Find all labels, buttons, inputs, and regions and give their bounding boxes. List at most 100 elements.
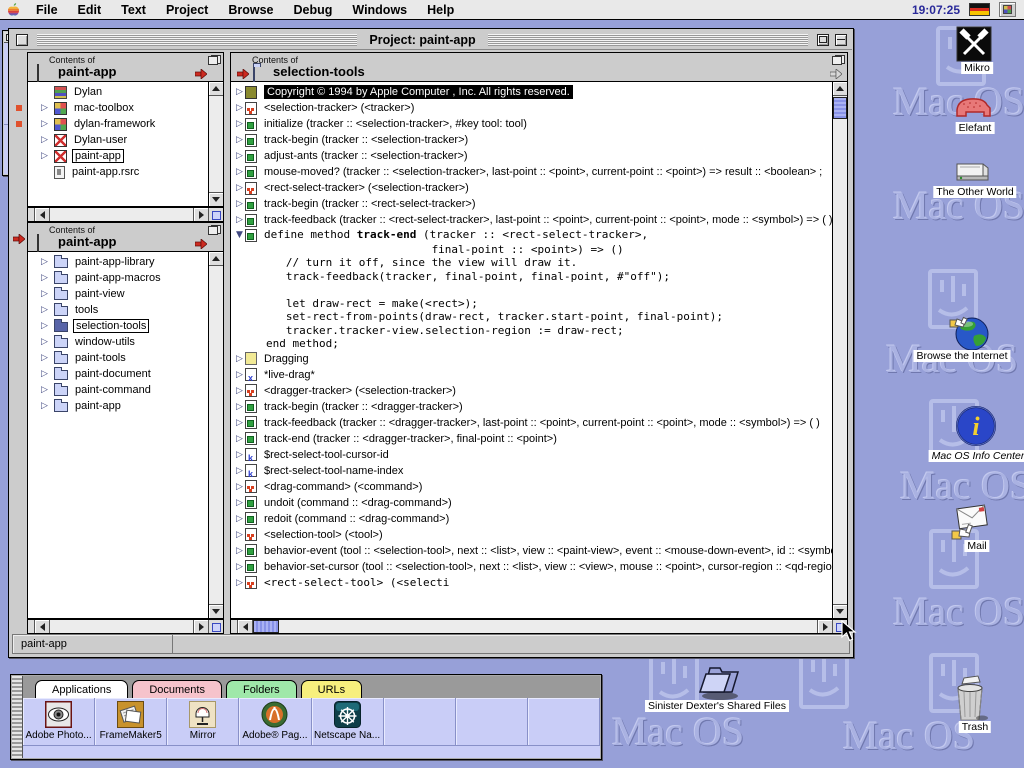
browser-item-copyright-1994-by-apple-computer-inc-all-r[interactable]: ▷Copyright © 1994 by Apple Computer , In… [231, 84, 832, 100]
vscroll-thumb[interactable] [833, 97, 847, 119]
disclosure-triangle-icon[interactable]: ▷ [231, 119, 245, 129]
disclosure-triangle-icon[interactable]: ▷ [41, 398, 54, 414]
desktop-icon-label-trash[interactable]: Trash [959, 721, 991, 733]
expanded-definition-track-end[interactable]: ▼define method track-end (tracker :: <re… [231, 228, 832, 351]
browser-item-selection-tool-tool[interactable]: ▷<selection-tool> (<tool>) [231, 527, 832, 543]
launcher-app-netscape-na[interactable]: Netscape Na... [312, 698, 384, 746]
browser-item-mouse-moved-tracker-selection-tracker-last[interactable]: ▷mouse-moved? (tracker :: <selection-tra… [231, 164, 832, 180]
disclosure-triangle-icon[interactable]: ▷ [231, 530, 245, 540]
disclosure-triangle-icon[interactable]: ▷ [231, 546, 245, 556]
browser-item-rect-select-tool-cursor-id[interactable]: ▷$rect-select-tool-cursor-id [231, 447, 832, 463]
source-item-paint-app-macros[interactable]: ▷paint-app-macros [28, 270, 208, 286]
disclosure-triangle-icon[interactable]: ▷ [231, 402, 245, 412]
scroll-down-button[interactable] [209, 604, 223, 618]
red-arrow-icon[interactable] [195, 239, 207, 249]
desktop-icon-label-info-center[interactable]: Mac OS Info Center [929, 450, 1024, 462]
menu-edit[interactable]: Edit [68, 3, 112, 17]
browser-item-rect-select-tool-name-index[interactable]: ▷$rect-select-tool-name-index [231, 463, 832, 479]
zoom-box[interactable] [817, 34, 829, 46]
source-item-window-utils[interactable]: ▷window-utils [28, 334, 208, 350]
browser-item-live-drag[interactable]: ▷*live-drag* [231, 367, 832, 383]
browser-item-behavior-set-cursor-tool-selection-tool-ne[interactable]: ▷behavior-set-cursor (tool :: <selection… [231, 559, 832, 575]
browser-vscroll[interactable] [832, 82, 847, 618]
launcher-drag-edge[interactable] [12, 676, 23, 758]
disclosure-triangle-icon[interactable]: ▷ [41, 382, 54, 398]
scroll-right-button[interactable] [817, 620, 832, 633]
browser-item-behavior-event-tool-selection-tool-next-li[interactable]: ▷behavior-event (tool :: <selection-tool… [231, 543, 832, 559]
disclosure-triangle-icon[interactable]: ▷ [41, 334, 54, 350]
disclosure-triangle-icon[interactable]: ▷ [231, 450, 245, 460]
disclosure-triangle-icon[interactable]: ▷ [41, 302, 54, 318]
hscroll-thumb[interactable] [253, 620, 279, 633]
browser-item-track-begin-tracker-selection-tracker[interactable]: ▷track-begin (tracker :: <selection-trac… [231, 132, 832, 148]
scroll-right-button[interactable] [193, 208, 208, 221]
launcher-app-framemaker5[interactable]: FrameMaker5 [95, 698, 167, 746]
library-item-paint-app-rsrc[interactable]: paint-app.rsrc [28, 164, 208, 180]
red-arrow-icon[interactable] [195, 69, 207, 79]
source-item-paint-app-library[interactable]: ▷paint-app-library [28, 254, 208, 270]
browser-item-track-begin-tracker-rect-select-tracker[interactable]: ▷track-begin (tracker :: <rect-select-tr… [231, 196, 832, 212]
disclosure-triangle-icon[interactable]: ▷ [231, 434, 245, 444]
desktop-icon-label-mail[interactable]: Mail [964, 540, 989, 552]
launcher-app-adobe-photo[interactable]: Adobe Photo... [23, 698, 95, 746]
disclosure-triangle-icon[interactable]: ▷ [231, 215, 245, 225]
scroll-left-button[interactable] [35, 620, 50, 633]
library-item-paint-app[interactable]: ▷paint-app [28, 148, 208, 164]
launcher-tab-folders[interactable]: Folders [226, 680, 297, 698]
disclosure-triangle-icon[interactable]: ▷ [231, 514, 245, 524]
desktop-icon-other-world[interactable] [953, 158, 991, 189]
keyboard-layout-flag-icon[interactable] [969, 3, 990, 16]
library-item-dylan[interactable]: Dylan [28, 84, 208, 100]
scroll-left-button[interactable] [238, 620, 253, 633]
disclosure-triangle-icon[interactable]: ▷ [41, 270, 54, 286]
sources-tree-hscroll[interactable] [27, 619, 224, 634]
library-item-mac-toolbox[interactable]: ▷mac-toolbox [28, 100, 208, 116]
pane-shade-widget[interactable] [832, 55, 845, 65]
launcher-app-mirror[interactable]: Mirror [167, 698, 239, 746]
disclosure-triangle-icon[interactable]: ▷ [41, 132, 54, 148]
disclosure-triangle-icon[interactable]: ▷ [231, 562, 245, 572]
source-item-paint-command[interactable]: ▷paint-command [28, 382, 208, 398]
apple-menu-icon[interactable] [0, 0, 26, 20]
scroll-right-button[interactable] [193, 620, 208, 633]
disclosure-triangle-icon[interactable]: ▷ [41, 116, 54, 132]
browser-item-drag-command-command[interactable]: ▷<drag-command> (<command>) [231, 479, 832, 495]
source-item-tools[interactable]: ▷tools [28, 302, 208, 318]
disclosure-triangle-icon[interactable]: ▷ [231, 466, 245, 476]
disclosure-triangle-icon[interactable]: ▷ [41, 148, 54, 164]
library-tree-hscroll[interactable] [27, 207, 224, 222]
source-item-paint-view[interactable]: ▷paint-view [28, 286, 208, 302]
red-arrow-icon[interactable] [237, 69, 249, 79]
menu-clock[interactable]: 19:07:25 [912, 3, 960, 17]
disclosure-triangle-icon[interactable]: ▷ [231, 103, 245, 113]
browser-hscroll[interactable] [230, 619, 848, 634]
menu-text[interactable]: Text [111, 3, 156, 17]
menu-windows[interactable]: Windows [342, 3, 417, 17]
windowshade-box[interactable] [835, 34, 847, 46]
pane-widget[interactable] [208, 208, 223, 221]
browser-item-track-feedback-tracker-dragger-tracker-las[interactable]: ▷track-feedback (tracker :: <dragger-tra… [231, 415, 832, 431]
disclosure-triangle-icon[interactable]: ▷ [41, 350, 54, 366]
browser-item-track-feedback-tracker-rect-select-tracker[interactable]: ▷track-feedback (tracker :: <rect-select… [231, 212, 832, 228]
browser-item-selection-tracker-tracker[interactable]: ▷<selection-tracker> (<tracker>) [231, 100, 832, 116]
disclosure-triangle-icon[interactable]: ▷ [231, 183, 245, 193]
disclosure-triangle-icon[interactable]: ▷ [231, 135, 245, 145]
disclosure-triangle-icon[interactable]: ▷ [231, 498, 245, 508]
desktop-icon-elefant[interactable] [954, 94, 994, 123]
source-item-paint-document[interactable]: ▷paint-document [28, 366, 208, 382]
gray-arrow-icon[interactable] [830, 69, 842, 79]
library-item-dylan-framework[interactable]: ▷dylan-framework [28, 116, 208, 132]
browser-item-undoit-command-drag-command[interactable]: ▷undoit (command :: <drag-command>) [231, 495, 832, 511]
disclosure-triangle-icon[interactable]: ▷ [231, 167, 245, 177]
browser-item-track-begin-tracker-dragger-tracker[interactable]: ▷track-begin (tracker :: <dragger-tracke… [231, 399, 832, 415]
application-switcher-icon[interactable] [999, 2, 1016, 17]
source-item-selection-tools[interactable]: ▷selection-tools [28, 318, 208, 334]
disclosure-triangle-icon[interactable]: ▷ [41, 318, 54, 334]
disclosure-triangle-icon[interactable]: ▷ [231, 386, 245, 396]
browser-item-dragging[interactable]: ▷Dragging [231, 351, 832, 367]
menu-help[interactable]: Help [417, 3, 464, 17]
launcher-tab-urls[interactable]: URLs [301, 680, 363, 698]
disclosure-triangle-icon[interactable]: ▷ [41, 254, 54, 270]
project-window-titlebar[interactable]: Project: paint-app [10, 30, 852, 50]
pane-widget[interactable] [208, 620, 223, 633]
